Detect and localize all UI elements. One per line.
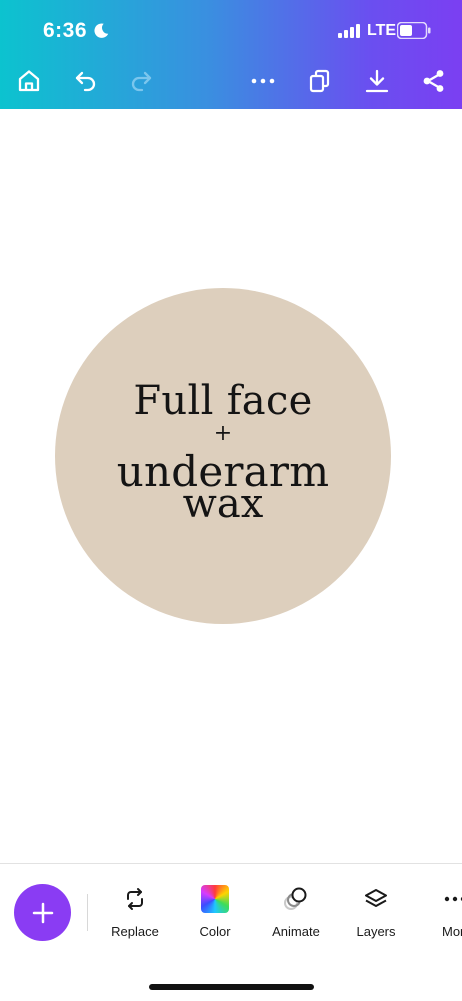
- replace-label: Replace: [111, 924, 159, 939]
- add-element-button[interactable]: [14, 884, 71, 941]
- replace-button[interactable]: Replace: [95, 882, 175, 942]
- download-button[interactable]: [362, 66, 392, 96]
- animate-icon: [284, 887, 307, 910]
- layers-icon: [365, 889, 387, 907]
- headline-line-1[interactable]: Full face: [55, 378, 391, 424]
- layers-button[interactable]: Layers: [336, 882, 416, 942]
- share-icon: [423, 70, 444, 92]
- download-icon: [365, 69, 389, 93]
- redo-button[interactable]: [126, 66, 156, 96]
- replace-icon: [127, 888, 143, 910]
- home-indicator: [149, 984, 314, 990]
- battery-icon: [397, 22, 431, 39]
- status-time: 6:36: [43, 19, 88, 42]
- redo-icon: [131, 71, 152, 92]
- headline-plus[interactable]: +: [55, 421, 391, 446]
- share-button[interactable]: [419, 66, 449, 96]
- toolbar-divider: [87, 894, 88, 931]
- layers-label: Layers: [356, 924, 396, 939]
- moon-icon: [94, 23, 109, 38]
- plus-icon: [32, 902, 53, 923]
- undo-icon: [75, 71, 96, 92]
- home-icon: [18, 70, 40, 92]
- undo-button[interactable]: [71, 66, 101, 96]
- color-icon: [201, 885, 229, 913]
- more-icon: [251, 78, 275, 84]
- color-button[interactable]: Color: [175, 882, 255, 942]
- color-label: Color: [199, 924, 231, 939]
- home-button[interactable]: [14, 66, 44, 96]
- network-type: LTE: [367, 22, 397, 39]
- animate-label: Animate: [272, 924, 320, 939]
- status-bar: 6:36 LTE: [0, 0, 462, 60]
- more-icon: [444, 896, 462, 902]
- pages-button[interactable]: [305, 66, 335, 96]
- duplicate-pages-icon: [309, 69, 330, 93]
- more-tools-label: Mor: [442, 924, 462, 939]
- more-tools-button[interactable]: Mor: [418, 882, 462, 942]
- more-options-button[interactable]: [248, 66, 278, 96]
- headline-line-3[interactable]: wax: [55, 481, 391, 527]
- top-toolbar: 6:36 LTE: [0, 0, 462, 109]
- signal-icon: [338, 24, 360, 38]
- animate-button[interactable]: Animate: [256, 882, 336, 942]
